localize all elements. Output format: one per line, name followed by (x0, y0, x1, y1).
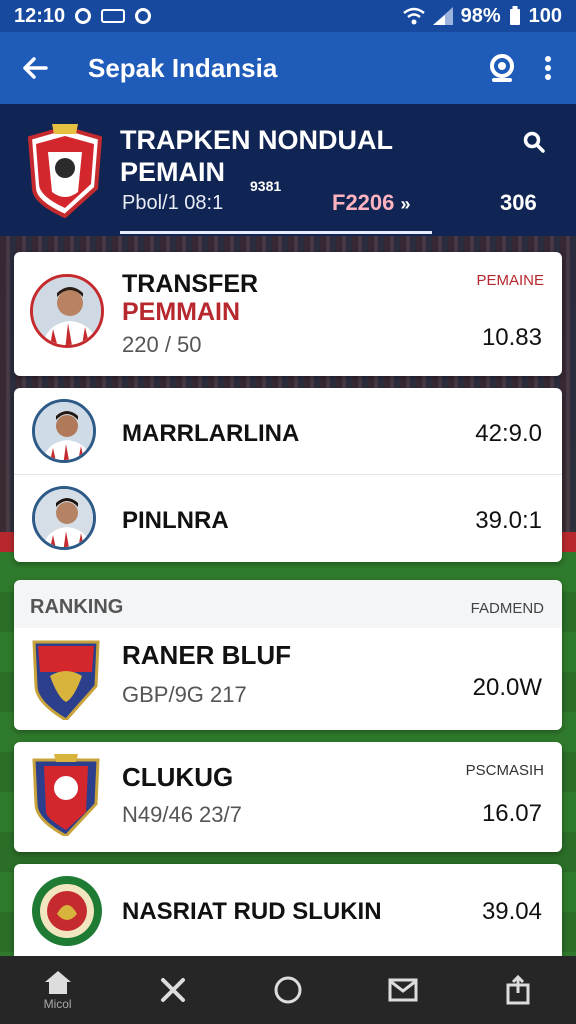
header-tab-indicator (120, 231, 432, 234)
header-code-arrow: » (400, 194, 411, 214)
header-subtitle: Pbol/1 08:1 (122, 192, 224, 214)
nav-tools[interactable] (115, 956, 230, 1024)
header-mid-text: 9381 (250, 178, 282, 194)
nav-share[interactable] (461, 956, 576, 1024)
message-icon (101, 9, 126, 23)
club-badge (32, 876, 102, 946)
header-title: TRAPKEN NONDUAL PEMAIN (120, 125, 393, 187)
list-item[interactable]: RANER BLUF GBP/9G 217 20.0W (14, 628, 562, 730)
club-value: 16.07 (481, 800, 542, 827)
transfer-value: 10.83 (481, 324, 542, 351)
ranking-card: RANKING FADMEND RANER BLUF GBP/9G 217 20… (14, 580, 562, 730)
club-sub: GBP/9G 217 (122, 682, 247, 707)
app-title: Sepak Indansia (88, 52, 278, 83)
nav-messages[interactable] (346, 956, 461, 1024)
transfer-tag: PEMAINE (476, 272, 544, 289)
player-photo (33, 277, 101, 345)
list-item[interactable]: NASRIAT RUD SLUKIN 39.04 (14, 864, 562, 956)
app-bar: Sepak Indansia (0, 32, 576, 104)
avatar (32, 399, 96, 463)
home-icon (44, 971, 71, 994)
club-badge (32, 754, 100, 836)
club-tag: PSCMASIH (465, 762, 544, 779)
share-icon (506, 975, 530, 1005)
notification-icon (75, 8, 92, 24)
player-photo (35, 489, 93, 547)
bottom-navigation: Micol (0, 956, 576, 1024)
player-value: 42:9.0 (475, 420, 542, 447)
header-value: 306 (500, 190, 537, 215)
player-value: 39.0:1 (475, 507, 542, 534)
club-value: 39.04 (481, 898, 542, 925)
header-code-text: F2206 (332, 190, 395, 215)
club-name: CLUKUG (122, 762, 234, 792)
back-button[interactable] (0, 32, 70, 104)
header-search-icon[interactable] (522, 130, 546, 154)
header-section: TRAPKEN NONDUAL PEMAIN 9381 Pbol/1 08:1 … (0, 104, 576, 236)
transfer-card[interactable]: TRANSFER PEMMAIN 220 / 50 PEMAINE 10.83 (14, 252, 562, 376)
players-card: MARRLARLINA 42:9.0 PINLNRA 39.0:1 (14, 388, 562, 562)
club-name: NASRIAT RUD SLUKIN (122, 898, 382, 925)
ranking-label: RANKING (30, 596, 124, 618)
status-bar: 12:10 98% 100 (0, 0, 576, 32)
signal-value: 100 (528, 4, 562, 27)
more-options-icon[interactable] (544, 55, 552, 81)
ranking-tag: FADMEND (470, 600, 544, 617)
nav-circle[interactable] (230, 956, 345, 1024)
list-item[interactable]: PINLNRA 39.0:1 (14, 474, 562, 560)
transfer-title: TRANSFER (122, 270, 259, 298)
header-code[interactable]: F2206 » (332, 190, 411, 216)
search-icon[interactable] (486, 52, 518, 84)
wifi-icon (402, 7, 425, 25)
transfer-title-accent: PEMMAIN (122, 298, 241, 326)
battery-icon (509, 6, 520, 25)
circle-icon (274, 976, 302, 1004)
nav-home-label: Micol (43, 997, 72, 1011)
club-value: 20.0W (472, 674, 542, 701)
avatar (30, 274, 104, 348)
tools-icon (160, 978, 185, 1002)
club-name: RANER BLUF (122, 640, 291, 670)
player-photo (35, 402, 93, 460)
club-badge (32, 640, 100, 720)
player-name: PINLNRA (122, 507, 229, 534)
nav-home[interactable]: Micol (0, 956, 115, 1024)
list-item[interactable]: MARRLARLINA 42:9.0 (14, 388, 562, 474)
player-name: MARRLARLINA (122, 420, 300, 447)
transfer-sub: 220 / 50 (122, 332, 202, 357)
back-arrow-icon (23, 57, 48, 79)
club-crest-logo (27, 124, 103, 218)
avatar (32, 486, 96, 550)
list-item[interactable]: CLUKUG N49/46 23/7 PSCMASIH 16.07 (14, 742, 562, 852)
club-sub: N49/46 23/7 (122, 802, 242, 827)
sync-icon (135, 8, 152, 24)
mail-icon (388, 978, 418, 1002)
status-time: 12:10 (14, 4, 66, 27)
cell-signal-icon (432, 7, 453, 25)
battery-percent: 98% (460, 4, 501, 27)
